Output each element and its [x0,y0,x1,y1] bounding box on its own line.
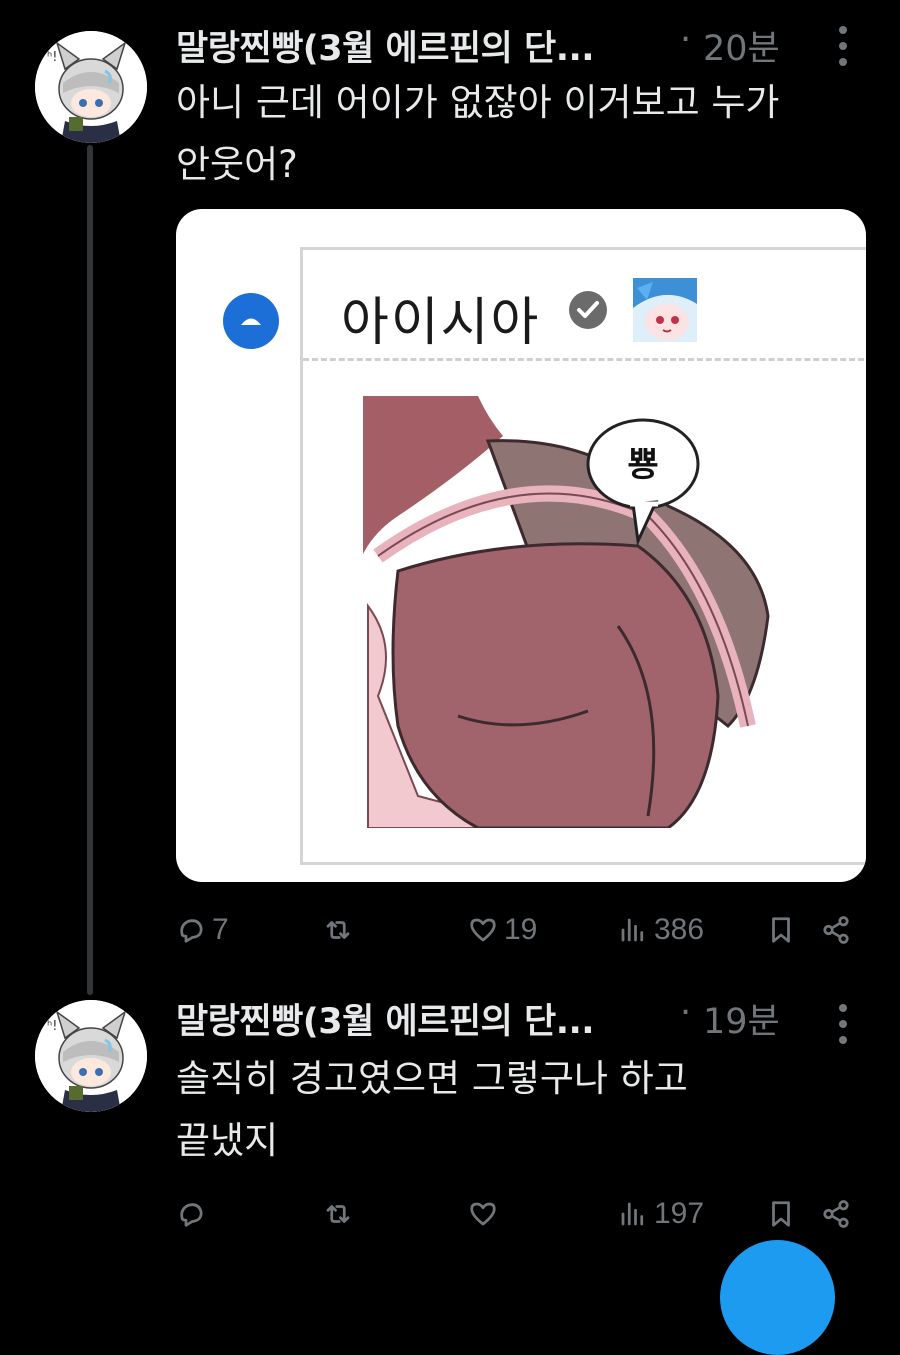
like-icon [470,918,496,942]
separator-dot: · [680,20,692,60]
share-button[interactable] [821,906,851,954]
illustration: 뿅 [338,396,778,828]
tweet-author-name[interactable]: 말랑찐빵(3월 에르핀의 단... [176,20,595,71]
tweet-author-name[interactable]: 말랑찐빵(3월 에르핀의 단... [176,993,595,1044]
view-count: 197 [654,1197,705,1230]
share-icon [823,916,849,944]
reply-count: 7 [212,913,229,946]
more-icon[interactable] [828,1004,858,1044]
bookmark-icon [772,1201,790,1227]
tweet-text: 아니 근데 어이가 없잖아 이거보고 누가 안웃어? [176,72,876,196]
thread-connector-line [87,145,93,995]
tweet-media-image[interactable]: 아이시아 뿅 [176,209,866,882]
bookmark-button[interactable] [766,1190,796,1238]
tweet-text-line: 솔직히 경고였으면 그렇구나 하고 [176,1057,688,1100]
quoted-header: 아이시아 [303,250,866,361]
view-count: 386 [654,913,705,946]
quoted-screenshot: 아이시아 뿅 [300,247,866,865]
compose-button[interactable] [720,1240,835,1355]
like-count: 19 [504,913,538,946]
like-button[interactable]: 19 [468,906,537,954]
views-button[interactable]: 386 [618,906,704,954]
speech-bubble-text: 뿅 [627,445,658,485]
tweet-action-bar: 7 19 386 [176,906,866,954]
share-icon [823,1200,849,1228]
reply-icon [180,1203,203,1227]
bookmark-button[interactable] [766,906,796,954]
verified-icon [569,291,607,329]
avatar[interactable]: ʰ! [35,31,147,143]
tweet-text-line: 아니 근데 어이가 없잖아 이거보고 누가 [176,81,780,124]
tweet-text-line: 안웃어? [176,143,298,186]
more-icon[interactable] [828,26,858,66]
like-icon [470,1202,496,1226]
separator-dot: · [680,993,692,1033]
tweet-timestamp[interactable]: 19분 [703,993,780,1044]
retweet-icon [326,921,350,939]
tweet-text: 솔직히 경고였으면 그렇구나 하고 끝냈지 [176,1048,876,1172]
avatar[interactable]: ʰ! [35,1000,147,1112]
svg-text:ʰ!: ʰ! [47,1019,57,1034]
views-button[interactable]: 197 [618,1190,704,1238]
like-button[interactable] [468,1190,504,1238]
retweet-button[interactable] [323,906,359,954]
tweet-timestamp[interactable]: 20분 [703,20,780,71]
tweet-text-line: 끝냈지 [176,1119,279,1162]
collapse-up-icon [223,293,279,349]
bookmark-icon [772,917,790,943]
reply-button[interactable] [176,1190,212,1238]
svg-text:ʰ!: ʰ! [47,50,57,65]
retweet-icon [326,1205,350,1223]
views-icon [621,1202,644,1226]
share-button[interactable] [821,1190,851,1238]
reply-button[interactable]: 7 [176,906,229,954]
tweet-action-bar: 197 [176,1190,866,1238]
quoted-avatar [633,278,697,342]
quoted-user-name: 아이시아 [341,293,541,353]
views-icon [621,918,644,942]
retweet-button[interactable] [323,1190,359,1238]
reply-icon [180,919,203,943]
